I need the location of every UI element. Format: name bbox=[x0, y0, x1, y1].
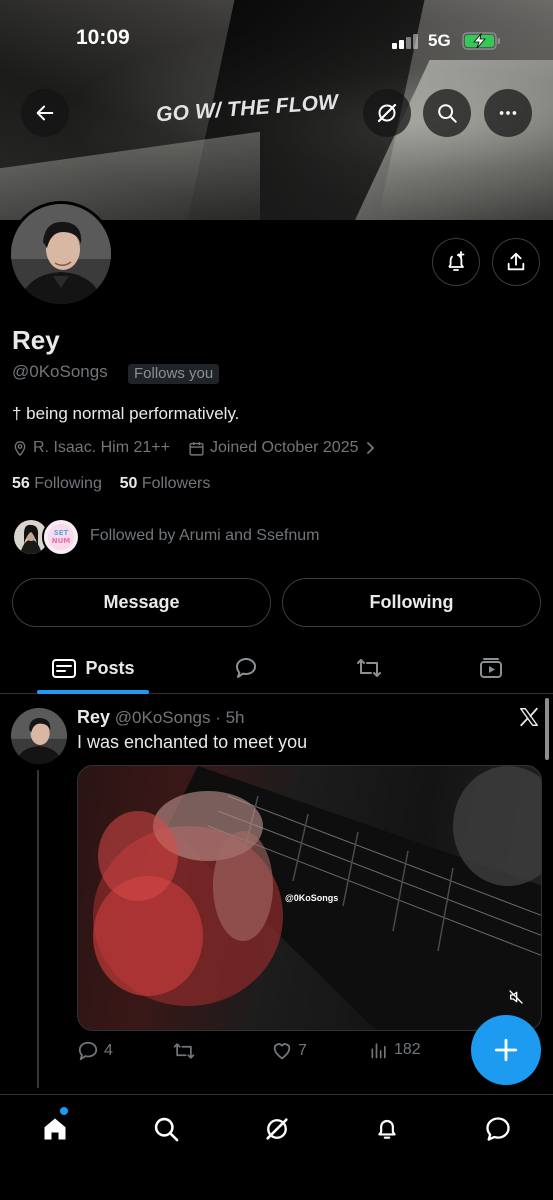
profile-avatar[interactable] bbox=[8, 201, 114, 307]
reply-action[interactable]: 4 bbox=[77, 1040, 113, 1062]
profile-meta: R. Isaac. Him 21++ Joined October 2025 bbox=[12, 439, 381, 457]
view-count: 182 bbox=[394, 1041, 421, 1058]
scroll-indicator[interactable] bbox=[545, 698, 549, 760]
search-button[interactable] bbox=[423, 89, 471, 137]
chat-bubble-icon bbox=[486, 1117, 510, 1141]
muted-speaker-icon[interactable] bbox=[508, 989, 524, 1010]
repost-icon bbox=[173, 1043, 195, 1059]
views-chart-icon bbox=[371, 1043, 386, 1059]
post-avatar-photo bbox=[11, 708, 67, 764]
svg-text:NUM: NUM bbox=[52, 537, 71, 545]
tab-media[interactable] bbox=[471, 642, 511, 694]
tab-reposts[interactable] bbox=[349, 642, 389, 694]
like-count: 7 bbox=[298, 1042, 307, 1059]
location-icon bbox=[12, 440, 28, 457]
profile-bio: † being normal performatively. bbox=[12, 404, 240, 423]
x-logo-icon bbox=[518, 706, 540, 733]
followers-count: 50 bbox=[119, 475, 138, 492]
compose-post-button[interactable] bbox=[471, 1015, 541, 1085]
posts-icon bbox=[52, 659, 77, 678]
notify-button[interactable] bbox=[432, 238, 480, 286]
thread-line bbox=[37, 770, 39, 1088]
tab-posts[interactable]: Posts bbox=[37, 642, 149, 694]
more-options-button[interactable] bbox=[484, 89, 532, 137]
profile-tabs: Posts bbox=[0, 642, 553, 694]
video-watermark: @0KoSongs bbox=[285, 893, 339, 903]
following-label: Following bbox=[34, 475, 102, 492]
calendar-icon bbox=[188, 440, 205, 457]
profile-handle: @0KoSongs bbox=[12, 362, 108, 381]
plus-icon bbox=[494, 1038, 518, 1062]
grok-icon bbox=[377, 103, 397, 123]
follower-avatar-ssefnum: SET NUM bbox=[42, 518, 80, 556]
back-button[interactable] bbox=[21, 89, 69, 137]
more-horizontal-icon bbox=[499, 111, 517, 115]
following-link[interactable]: 56 Following bbox=[12, 475, 102, 492]
message-button[interactable]: Message bbox=[12, 578, 271, 627]
tab-replies[interactable] bbox=[226, 642, 266, 694]
battery-charging-icon bbox=[462, 32, 500, 50]
repost-icon bbox=[357, 659, 381, 677]
follow-stats: 56 Following 50 Followers bbox=[12, 475, 210, 493]
signal-icon bbox=[392, 33, 420, 49]
profile-joined: Joined October 2025 bbox=[209, 439, 359, 456]
followed-by-text: Followed by Arumi and Ssefnum bbox=[90, 527, 320, 544]
nav-messages[interactable] bbox=[478, 1109, 518, 1149]
nav-notifications[interactable] bbox=[367, 1109, 407, 1149]
nav-home[interactable] bbox=[35, 1109, 75, 1149]
post-video[interactable]: @0KoSongs bbox=[77, 765, 542, 1031]
bell-plus-icon bbox=[448, 251, 465, 271]
search-icon bbox=[438, 104, 457, 123]
heart-icon bbox=[273, 1043, 291, 1060]
svg-text:SET: SET bbox=[54, 529, 69, 537]
followed-by-row[interactable]: SET NUM Followed by Arumi and Ssefnum bbox=[12, 518, 412, 558]
bell-icon bbox=[378, 1119, 396, 1139]
nav-search[interactable] bbox=[146, 1109, 186, 1149]
video-tab-icon bbox=[480, 658, 502, 678]
views-action[interactable]: 182 bbox=[369, 1040, 421, 1060]
post-author-name[interactable]: Rey bbox=[77, 707, 110, 727]
network-label: 5G bbox=[428, 31, 451, 50]
follows-you-badge: Follows you bbox=[128, 364, 220, 384]
post-text: I was enchanted to meet you bbox=[77, 732, 308, 752]
following-button[interactable]: Following bbox=[282, 578, 541, 627]
avatar-photo bbox=[11, 204, 111, 304]
post-handle-time: @0KoSongs · 5h bbox=[114, 708, 245, 727]
reply-bubble-icon bbox=[236, 658, 256, 678]
share-button[interactable] bbox=[492, 238, 540, 286]
nav-grok[interactable] bbox=[257, 1109, 297, 1149]
profile-name: Rey bbox=[12, 325, 60, 355]
home-icon bbox=[44, 1118, 66, 1140]
share-icon bbox=[507, 252, 525, 271]
tab-posts-label: Posts bbox=[85, 657, 135, 678]
followers-link[interactable]: 50 Followers bbox=[120, 475, 211, 492]
search-icon bbox=[154, 1117, 179, 1142]
active-tab-indicator bbox=[37, 690, 149, 694]
grok-button[interactable] bbox=[363, 89, 411, 137]
bottom-navigation bbox=[0, 1094, 553, 1200]
reply-icon bbox=[78, 1041, 98, 1061]
grok-icon bbox=[266, 1118, 288, 1140]
chevron-right-icon[interactable] bbox=[366, 441, 376, 455]
repost-action[interactable] bbox=[172, 1040, 196, 1062]
reply-count: 4 bbox=[104, 1042, 113, 1059]
arrow-left-icon bbox=[36, 105, 54, 121]
post-actions: 4 7 182 bbox=[77, 1040, 477, 1064]
like-action[interactable]: 7 bbox=[271, 1040, 307, 1062]
status-time: 10:09 bbox=[76, 26, 130, 49]
post-header: Rey @0KoSongs · 5h bbox=[77, 707, 245, 728]
followers-label: Followers bbox=[141, 475, 211, 492]
post-author-avatar[interactable] bbox=[11, 708, 67, 764]
profile-location: R. Isaac. Him 21++ bbox=[33, 439, 170, 456]
following-count: 56 bbox=[12, 475, 30, 492]
home-notification-dot bbox=[60, 1107, 68, 1115]
